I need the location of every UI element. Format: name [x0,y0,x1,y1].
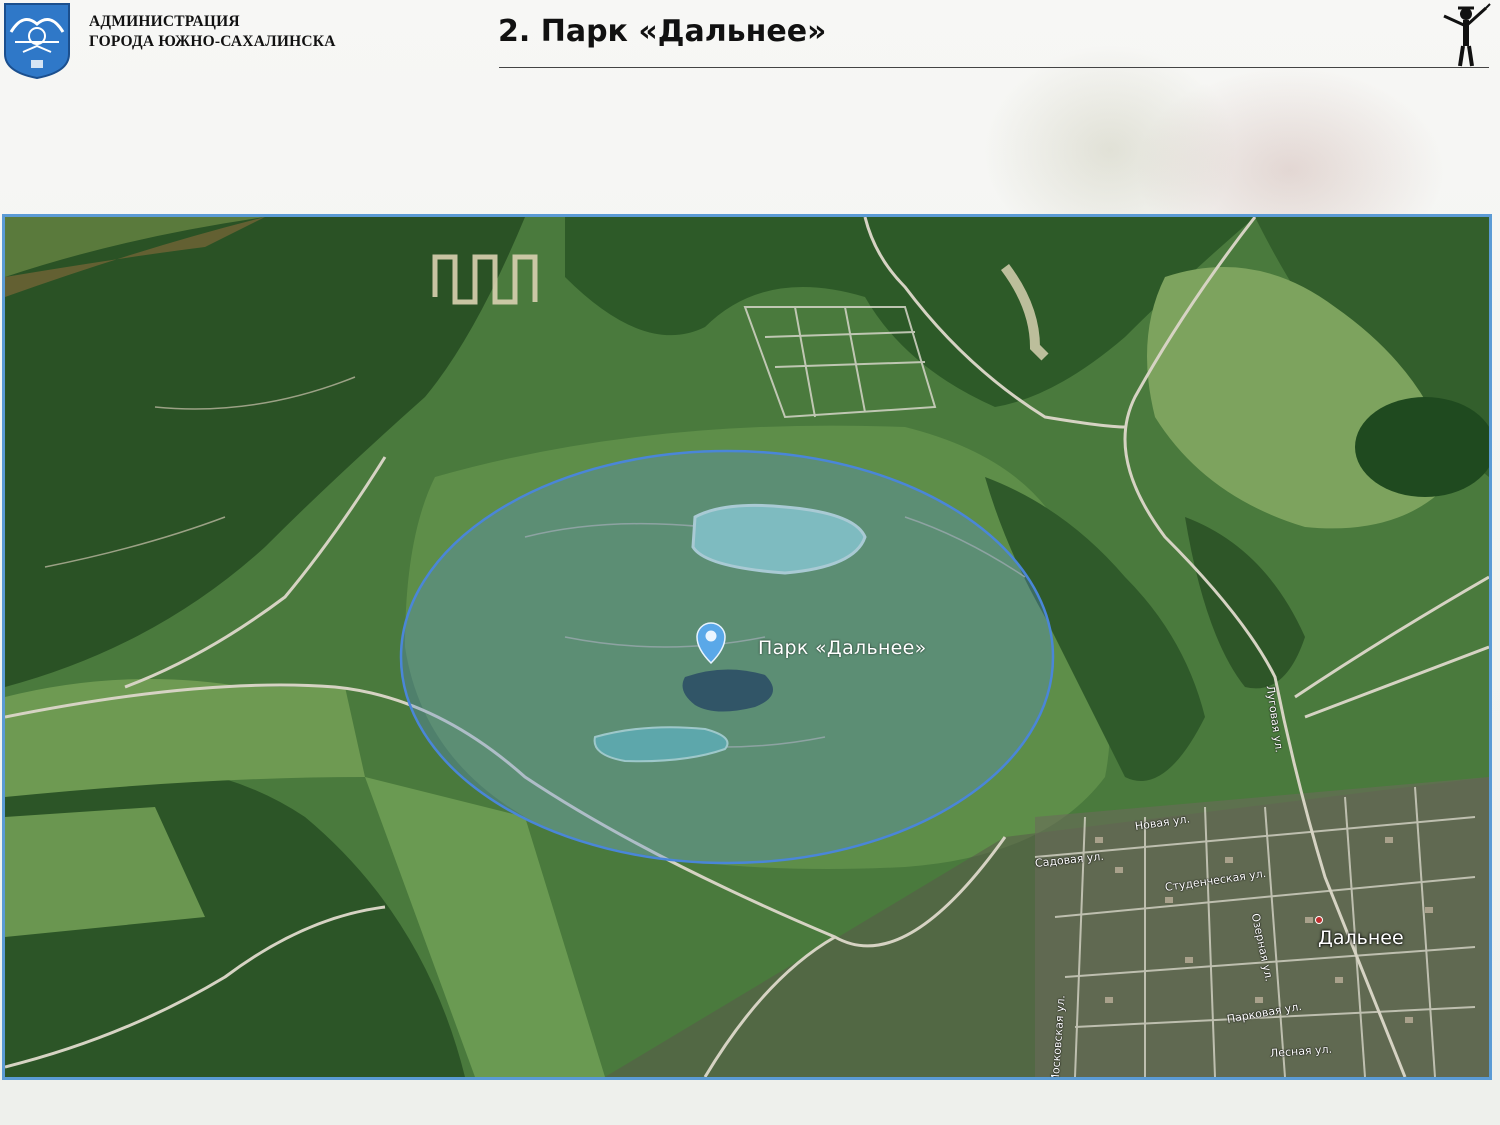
org-line-1: АДМИНИСТРАЦИЯ [89,13,240,30]
org-line-2: ГОРОДА ЮЖНО-САХАЛИНСКА [89,33,336,50]
slide-header: АДМИНИСТРАЦИЯ ГОРОДА ЮЖНО-САХАЛИНСКА 2. … [0,0,1500,80]
park-marker-label[interactable]: Парк «Дальнее» [758,637,927,659]
village-poi-icon [1315,916,1323,924]
village-label: Дальнее [1318,927,1404,949]
map-view[interactable]: Парк «Дальнее» Дальнее Новая ул. Садовая… [2,214,1492,1080]
organization-name: АДМИНИСТРАЦИЯ ГОРОДА ЮЖНО-САХАЛИНСКА [89,12,336,52]
title-divider [499,67,1489,68]
slide-title: 2. Парк «Дальнее» [498,14,827,49]
city-emblem-icon [4,3,70,80]
tourist-mascot-icon [1443,3,1491,67]
